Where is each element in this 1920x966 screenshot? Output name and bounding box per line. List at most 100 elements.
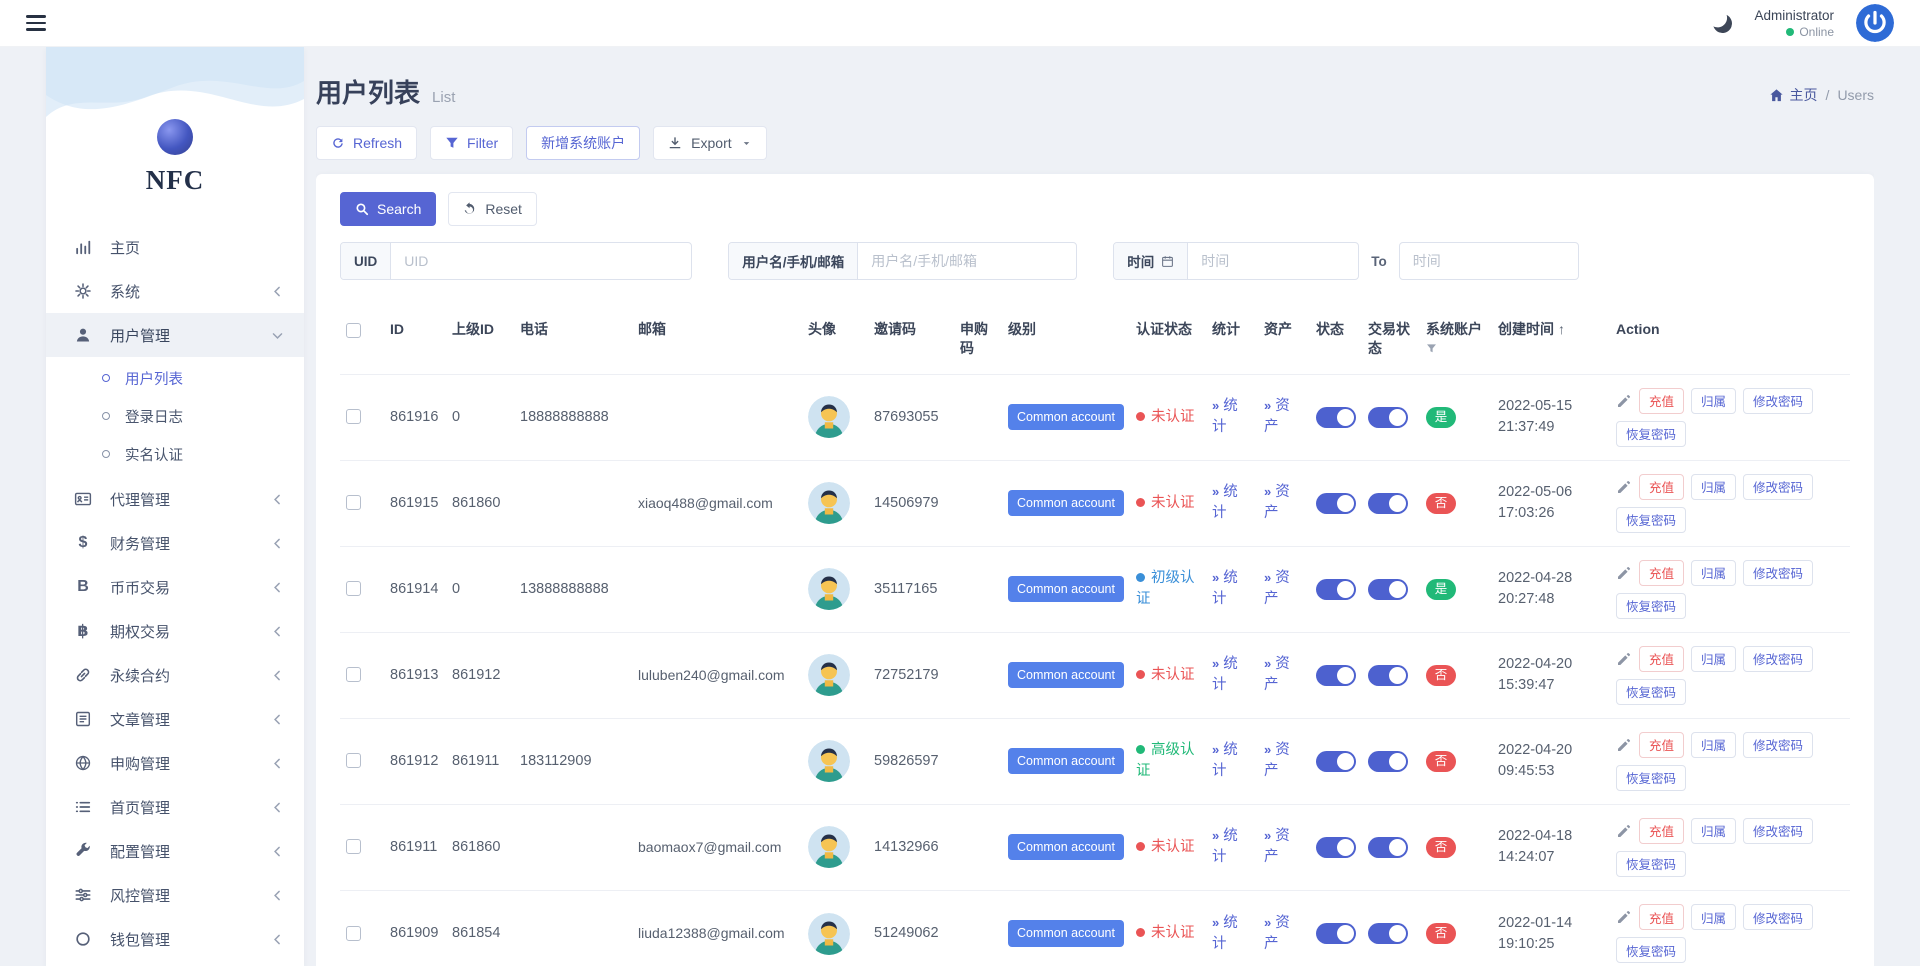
status-toggle[interactable] — [1316, 751, 1356, 772]
stats-link[interactable]: » 统计 — [1212, 570, 1238, 607]
uid-input[interactable] — [391, 243, 691, 279]
reset-button[interactable]: Reset — [448, 192, 537, 226]
stats-link[interactable]: » 统计 — [1212, 398, 1238, 435]
belong-button[interactable]: 归属 — [1691, 732, 1736, 758]
sidebar-item-finance-management[interactable]: $ 财务管理 — [46, 521, 304, 565]
row-checkbox[interactable] — [346, 581, 361, 596]
sidebar-subitem-real-name-auth[interactable]: 实名认证 — [46, 435, 304, 473]
recover-password-button[interactable]: 恢复密码 — [1616, 679, 1686, 705]
recover-password-button[interactable]: 恢复密码 — [1616, 507, 1686, 533]
sidebar-item-wallet-management[interactable]: 钱包管理 — [46, 917, 304, 961]
search-button[interactable]: Search — [340, 192, 436, 226]
edit-pencil-icon[interactable] — [1616, 909, 1632, 925]
add-system-account-button[interactable]: 新增系统账户 — [526, 126, 640, 160]
recover-password-button[interactable]: 恢复密码 — [1616, 765, 1686, 791]
assets-link[interactable]: » 资产 — [1264, 915, 1290, 952]
sidebar-subitem-user-list[interactable]: 用户列表 — [46, 359, 304, 397]
recover-password-button[interactable]: 恢复密码 — [1616, 851, 1686, 877]
status-toggle[interactable] — [1316, 407, 1356, 428]
user-avatar[interactable] — [1856, 4, 1894, 42]
recharge-button[interactable]: 充值 — [1639, 474, 1684, 500]
stats-link[interactable]: » 统计 — [1212, 656, 1238, 693]
assets-link[interactable]: » 资产 — [1264, 484, 1290, 521]
edit-pencil-icon[interactable] — [1616, 651, 1632, 667]
change-password-button[interactable]: 修改密码 — [1743, 732, 1813, 758]
user-filter-input[interactable] — [858, 243, 1076, 279]
belong-button[interactable]: 归属 — [1691, 388, 1736, 414]
sidebar-item-article-management[interactable]: 文章管理 — [46, 697, 304, 741]
recharge-button[interactable]: 充值 — [1639, 646, 1684, 672]
recharge-button[interactable]: 充值 — [1639, 904, 1684, 930]
status-toggle[interactable] — [1316, 579, 1356, 600]
trade-status-toggle[interactable] — [1368, 837, 1408, 858]
status-toggle[interactable] — [1316, 837, 1356, 858]
recharge-button[interactable]: 充值 — [1639, 732, 1684, 758]
time-end-input[interactable] — [1400, 243, 1578, 279]
trade-status-toggle[interactable] — [1368, 407, 1408, 428]
assets-link[interactable]: » 资产 — [1264, 570, 1290, 607]
belong-button[interactable]: 归属 — [1691, 818, 1736, 844]
sidebar-item-option-trade[interactable]: ฿ 期权交易 — [46, 609, 304, 653]
change-password-button[interactable]: 修改密码 — [1743, 646, 1813, 672]
belong-button[interactable]: 归属 — [1691, 560, 1736, 586]
change-password-button[interactable]: 修改密码 — [1743, 904, 1813, 930]
recharge-button[interactable]: 充值 — [1639, 560, 1684, 586]
hamburger-menu-icon[interactable] — [26, 15, 46, 30]
belong-button[interactable]: 归属 — [1691, 474, 1736, 500]
trade-status-toggle[interactable] — [1368, 493, 1408, 514]
recharge-button[interactable]: 充值 — [1639, 818, 1684, 844]
stats-link[interactable]: » 统计 — [1212, 828, 1238, 865]
assets-link[interactable]: » 资产 — [1264, 742, 1290, 779]
export-button[interactable]: Export — [653, 126, 766, 160]
sidebar-item-system[interactable]: 系统 — [46, 269, 304, 313]
status-toggle[interactable] — [1316, 493, 1356, 514]
sidebar-item-perpetual-contract[interactable]: 永续合约 — [46, 653, 304, 697]
edit-pencil-icon[interactable] — [1616, 393, 1632, 409]
stats-link[interactable]: » 统计 — [1212, 742, 1238, 779]
edit-pencil-icon[interactable] — [1616, 737, 1632, 753]
change-password-button[interactable]: 修改密码 — [1743, 388, 1813, 414]
sidebar-subitem-login-log[interactable]: 登录日志 — [46, 397, 304, 435]
trade-status-toggle[interactable] — [1368, 665, 1408, 686]
sidebar-item-user-management[interactable]: 用户管理 — [46, 313, 304, 357]
sidebar-item-config-management[interactable]: 配置管理 — [46, 829, 304, 873]
belong-button[interactable]: 归属 — [1691, 904, 1736, 930]
breadcrumb-home-link[interactable]: 主页 — [1769, 85, 1818, 105]
edit-pencil-icon[interactable] — [1616, 479, 1632, 495]
sidebar-item-risk-management[interactable]: 风控管理 — [46, 873, 304, 917]
refresh-button[interactable]: Refresh — [316, 126, 417, 160]
change-password-button[interactable]: 修改密码 — [1743, 818, 1813, 844]
status-toggle[interactable] — [1316, 665, 1356, 686]
sidebar-item-agent-management[interactable]: 代理管理 — [46, 477, 304, 521]
recharge-button[interactable]: 充值 — [1639, 388, 1684, 414]
dark-mode-moon-icon[interactable] — [1712, 12, 1735, 35]
edit-pencil-icon[interactable] — [1616, 565, 1632, 581]
belong-button[interactable]: 归属 — [1691, 646, 1736, 672]
assets-link[interactable]: » 资产 — [1264, 656, 1290, 693]
user-info[interactable]: Administrator Online — [1754, 8, 1834, 39]
sidebar-item-home[interactable]: 主页 — [46, 225, 304, 269]
recover-password-button[interactable]: 恢复密码 — [1616, 937, 1686, 963]
row-checkbox[interactable] — [346, 839, 361, 854]
row-checkbox[interactable] — [346, 753, 361, 768]
change-password-button[interactable]: 修改密码 — [1743, 474, 1813, 500]
recover-password-button[interactable]: 恢复密码 — [1616, 421, 1686, 447]
row-checkbox[interactable] — [346, 409, 361, 424]
recover-password-button[interactable]: 恢复密码 — [1616, 593, 1686, 619]
stats-link[interactable]: » 统计 — [1212, 915, 1238, 952]
stats-link[interactable]: » 统计 — [1212, 484, 1238, 521]
trade-status-toggle[interactable] — [1368, 751, 1408, 772]
assets-link[interactable]: » 资产 — [1264, 828, 1290, 865]
sort-asc-icon[interactable]: ↑ — [1558, 321, 1565, 337]
row-checkbox[interactable] — [346, 926, 361, 941]
time-start-input[interactable] — [1188, 243, 1358, 279]
row-checkbox[interactable] — [346, 495, 361, 510]
trade-status-toggle[interactable] — [1368, 923, 1408, 944]
sidebar-item-coin-trade[interactable]: B 币币交易 — [46, 565, 304, 609]
sidebar-item-subscription-management[interactable]: 申购管理 — [46, 741, 304, 785]
change-password-button[interactable]: 修改密码 — [1743, 560, 1813, 586]
column-filter-funnel-icon[interactable] — [1426, 343, 1437, 354]
assets-link[interactable]: » 资产 — [1264, 398, 1290, 435]
sidebar-item-homepage-management[interactable]: 首页管理 — [46, 785, 304, 829]
trade-status-toggle[interactable] — [1368, 579, 1408, 600]
